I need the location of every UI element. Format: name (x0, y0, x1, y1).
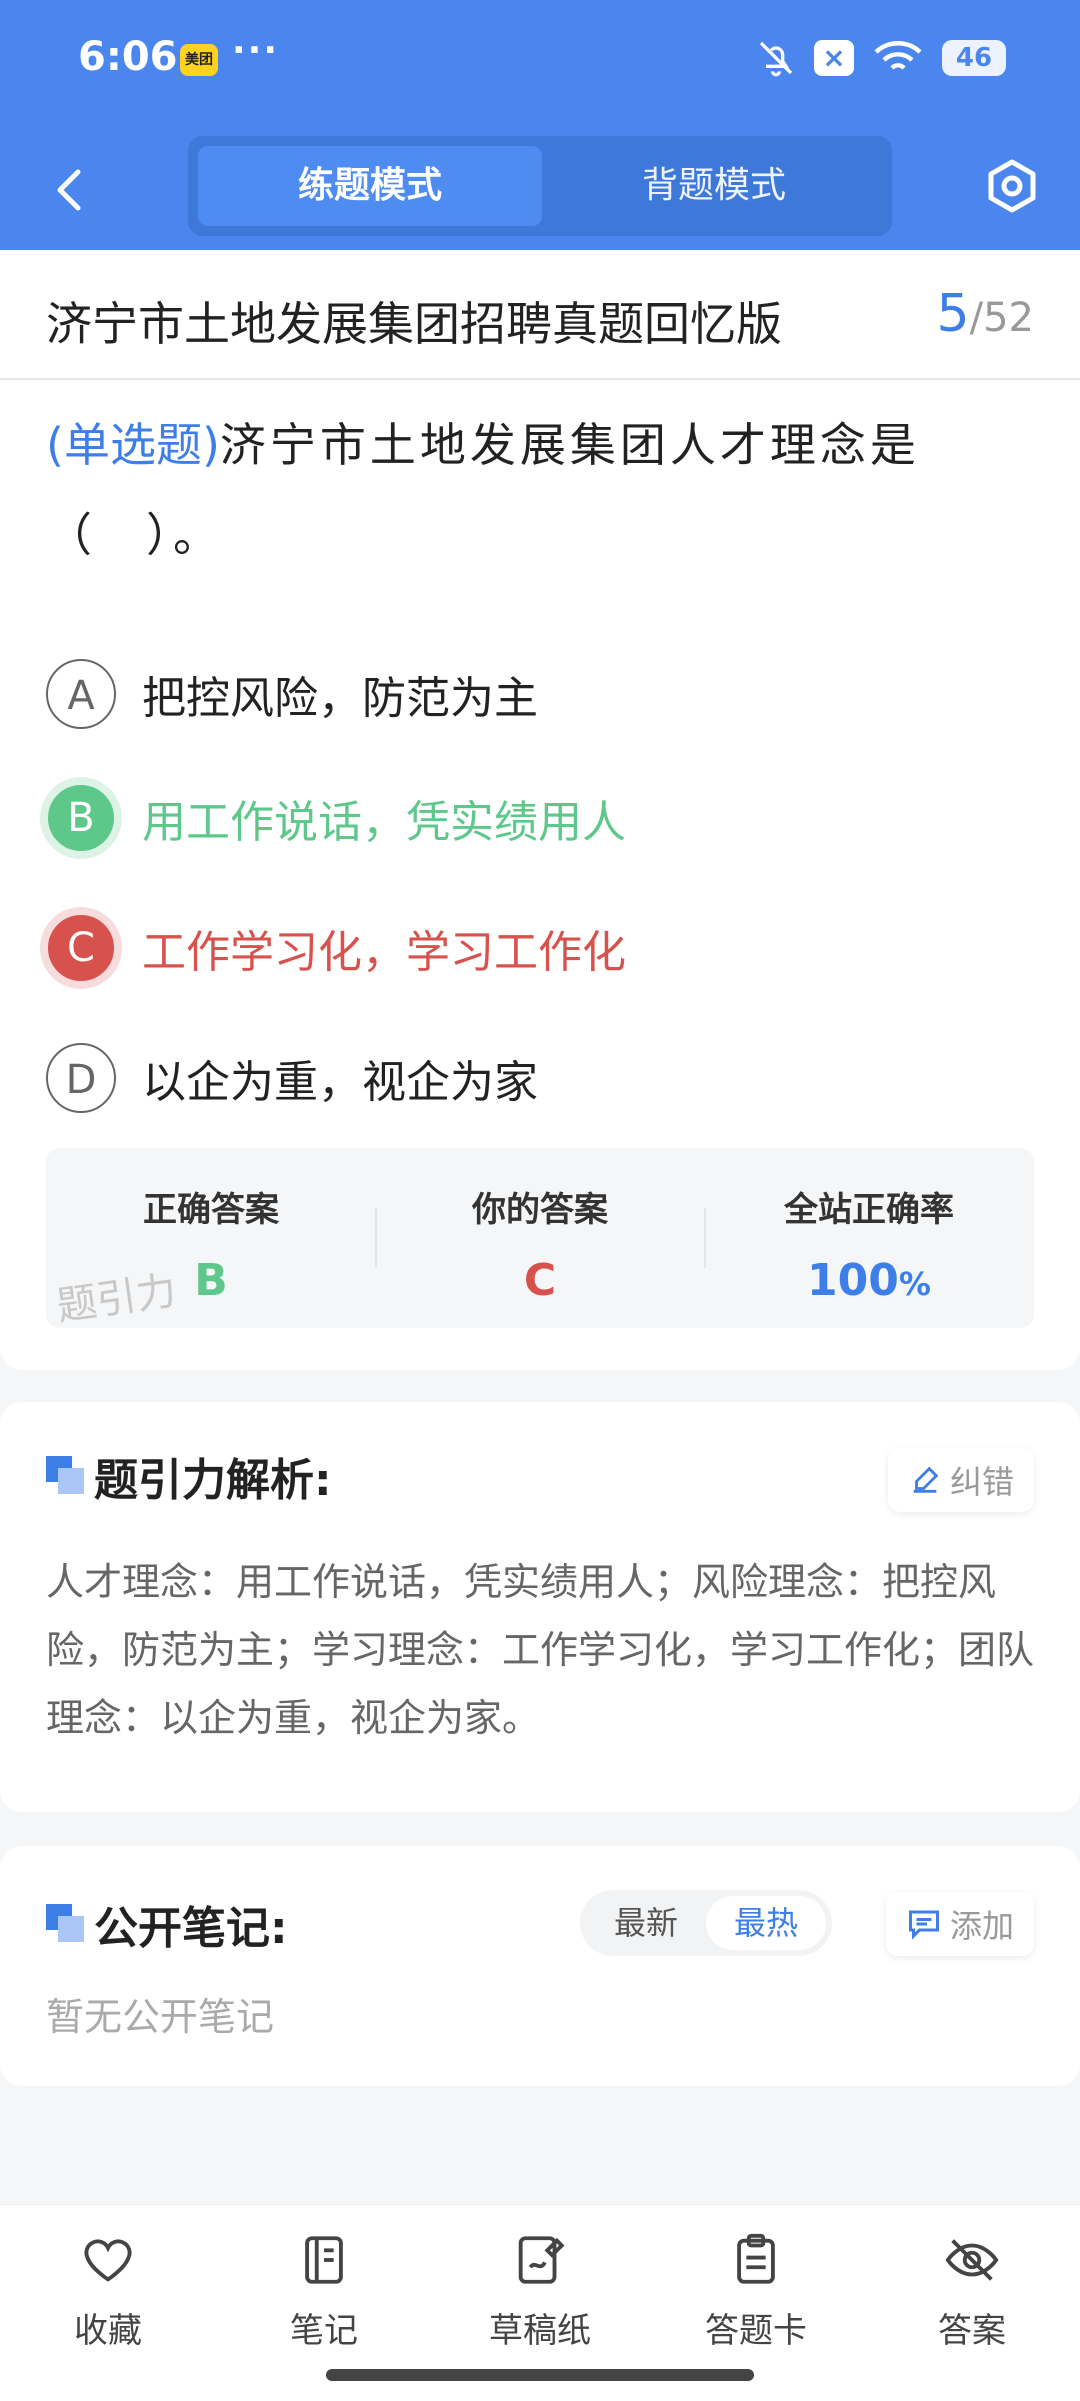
favorite-button[interactable]: 收藏 (28, 2231, 188, 2352)
option-letter: C (40, 907, 122, 989)
notes-title: 公开笔记: (94, 1903, 288, 1954)
draft-label: 草稿纸 (489, 2311, 591, 2351)
notes-card: 公开笔记: 最新 最热 添加 暂无公开笔记 (0, 1846, 1080, 2086)
analysis-text: 人才理念：用工作说话，凭实绩用人；风险理念：把控风险，防范为主；学习理念：工作学… (46, 1560, 1035, 1740)
option-c[interactable]: C 工作学习化，学习工作化 (40, 907, 626, 989)
option-text: 用工作说话，凭实绩用人 (142, 797, 626, 848)
report-error-label: 纠错 (949, 1463, 1014, 1501)
notes-sort-toggle: 最新 最热 (580, 1890, 832, 1956)
notebook-icon (305, 2236, 343, 2284)
total-questions: 52 (983, 295, 1034, 341)
answer-sheet-label: 答题卡 (705, 2311, 807, 2351)
show-answer-label: 答案 (938, 2311, 1006, 2351)
settings-hex-icon[interactable] (982, 156, 1042, 216)
draft-icon (518, 2236, 565, 2284)
edit-icon (913, 1466, 939, 1493)
your-answer-label: 你的答案 (472, 1190, 608, 1230)
more-notifications-icon: ··· (232, 30, 280, 71)
battery-indicator: 46 (942, 40, 1006, 76)
home-indicator[interactable] (326, 2369, 754, 2381)
show-answer-button[interactable]: 答案 (892, 2231, 1052, 2352)
paper-title: 济宁市土地发展集团招聘真题回忆版 (46, 297, 782, 351)
eye-off-icon (945, 2239, 999, 2281)
correct-answer-label: 正确答案 (143, 1190, 279, 1230)
nav-bar: 练题模式 背题模式 (0, 130, 1080, 240)
top-bar: 6:06 美团 ··· × 46 练题模式 背题模式 (0, 0, 1080, 250)
tab-recite-mode[interactable]: 背题模式 (542, 146, 886, 226)
notes-button[interactable]: 笔记 (244, 2231, 404, 2352)
question-stem: (单选题)济宁市土地发展集团人才理念是（ ）。 (46, 400, 1036, 580)
option-d[interactable]: D 以企为重，视企为家 (46, 1038, 538, 1118)
option-letter: A (46, 659, 116, 729)
current-question-number: 5 (936, 284, 970, 344)
bottom-toolbar: 收藏 笔记 草稿纸 答题卡 答案 (0, 2204, 1080, 2401)
add-note-label: 添加 (949, 1907, 1014, 1945)
answer-summary: 正确答案 B 你的答案 C 全站正确率 100% 题引力 (46, 1148, 1034, 1330)
sort-hottest[interactable]: 最热 (706, 1896, 826, 1950)
status-bar: 6:06 美团 ··· × 46 (0, 0, 1080, 118)
question-type: (单选题) (46, 418, 220, 472)
section-square-icon (46, 1456, 84, 1494)
sim-off-icon: × (814, 40, 854, 76)
site-accuracy-label: 全站正确率 (784, 1190, 954, 1230)
tab-practice-mode[interactable]: 练题模式 (198, 146, 542, 226)
option-text: 把控风险，防范为主 (142, 673, 538, 724)
notes-label: 笔记 (290, 2311, 358, 2351)
answer-sheet-button[interactable]: 答题卡 (676, 2231, 836, 2352)
analysis-title: 题引力解析: (94, 1455, 332, 1506)
option-letter: B (40, 777, 122, 859)
meituan-badge: 美团 (180, 44, 218, 76)
heart-icon (84, 2239, 132, 2282)
your-answer: 你的答案 C (375, 1182, 705, 1306)
site-accuracy-value: 100% (704, 1255, 1034, 1306)
draft-button[interactable]: 草稿纸 (460, 2231, 620, 2352)
wifi-icon (874, 41, 922, 70)
option-b[interactable]: B 用工作说话，凭实绩用人 (40, 777, 626, 859)
analysis-card: 题引力解析: 纠错 人才理念：用工作说话，凭实绩用人；风险理念：把控风险，防范为… (0, 1402, 1080, 1812)
bell-off-icon (759, 41, 793, 77)
option-letter: D (46, 1043, 116, 1113)
comment-icon (908, 1910, 939, 1940)
divider (0, 378, 1080, 380)
site-accuracy-unit: % (898, 1265, 931, 1303)
status-time: 6:06 (78, 34, 178, 80)
favorite-label: 收藏 (74, 2311, 142, 2351)
option-a[interactable]: A 把控风险，防范为主 (46, 654, 538, 734)
option-text: 工作学习化，学习工作化 (142, 927, 626, 978)
mode-switch: 练题模式 背题模式 (188, 136, 892, 236)
sort-newest[interactable]: 最新 (586, 1896, 706, 1950)
your-answer-value: C (523, 1255, 557, 1306)
back-arrow-icon[interactable] (48, 160, 88, 220)
empty-notes-text: 暂无公开笔记 (46, 1995, 275, 2039)
progress-separator: / (969, 295, 984, 341)
clipboard-icon (737, 2233, 775, 2284)
site-accuracy-number: 100 (807, 1255, 899, 1306)
section-square-icon (46, 1904, 84, 1942)
question-progress[interactable]: 5/52 (937, 284, 1034, 344)
add-note-button[interactable]: 添加 (885, 1892, 1034, 1956)
report-error-button[interactable]: 纠错 (887, 1448, 1034, 1512)
question-card: 济宁市土地发展集团招聘真题回忆版 5/52 (单选题)济宁市土地发展集团人才理念… (0, 250, 1080, 1370)
site-accuracy: 全站正确率 100% (704, 1182, 1034, 1306)
option-text: 以企为重，视企为家 (142, 1057, 538, 1108)
status-icons: × 46 (756, 38, 1006, 78)
